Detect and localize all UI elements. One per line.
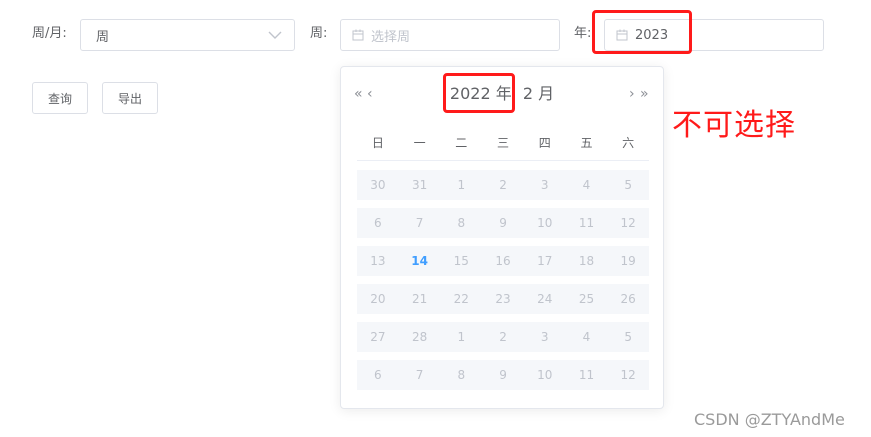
date-cell[interactable]: 24 <box>524 284 566 314</box>
weekday-label: 六 <box>622 136 635 150</box>
weekday-label: 三 <box>497 136 510 150</box>
watermark: CSDN @ZTYAndMe <box>694 410 845 429</box>
date-cell[interactable]: 7 <box>399 208 441 238</box>
date-cell[interactable]: 1 <box>440 322 482 352</box>
annotation-box-year-input <box>592 10 692 54</box>
date-cell[interactable]: 18 <box>566 246 608 276</box>
period-select[interactable]: 周 <box>80 19 295 51</box>
export-button[interactable]: 导出 <box>102 82 158 114</box>
date-cell[interactable]: 2 <box>482 322 524 352</box>
weekday-header: 日一二三四五六 <box>357 133 649 161</box>
query-button[interactable]: 查询 <box>32 82 88 114</box>
date-cell[interactable]: 17 <box>524 246 566 276</box>
date-cell[interactable]: 9 <box>482 360 524 390</box>
date-cell[interactable]: 7 <box>399 360 441 390</box>
date-cell[interactable]: 21 <box>399 284 441 314</box>
date-cell[interactable]: 10 <box>524 360 566 390</box>
weekday-label: 二 <box>455 136 468 150</box>
picker-month-label[interactable]: 2 月 <box>523 83 554 105</box>
date-cell[interactable]: 4 <box>566 170 608 200</box>
date-cell[interactable]: 6 <box>357 208 399 238</box>
date-grid: 30 31 1 2 3 4 5 6 7 8 9 10 11 12 13 14 15 16 17 18 19 20 21 22 2… <box>357 170 649 398</box>
week-row[interactable]: 20 21 22 23 24 25 26 <box>357 284 649 314</box>
date-cell[interactable]: 26 <box>607 284 649 314</box>
date-cell[interactable]: 2 <box>482 170 524 200</box>
date-cell[interactable]: 25 <box>566 284 608 314</box>
date-cell-today[interactable]: 14 <box>399 246 441 276</box>
date-cell[interactable]: 19 <box>607 246 649 276</box>
weekday-label: 五 <box>580 136 593 150</box>
date-cell[interactable]: 8 <box>440 208 482 238</box>
date-cell[interactable]: 5 <box>607 170 649 200</box>
date-cell[interactable]: 1 <box>440 170 482 200</box>
date-cell[interactable]: 4 <box>566 322 608 352</box>
date-cell[interactable]: 28 <box>399 322 441 352</box>
period-label: 周/月: <box>32 26 67 41</box>
date-cell[interactable]: 22 <box>440 284 482 314</box>
date-cell[interactable]: 16 <box>482 246 524 276</box>
week-row[interactable]: 30 31 1 2 3 4 5 <box>357 170 649 200</box>
date-cell[interactable]: 6 <box>357 360 399 390</box>
week-label: 周: <box>310 26 328 41</box>
next-month-right-icon[interactable]: › <box>629 85 635 103</box>
calendar-icon <box>352 29 364 41</box>
annotation-text: 不可选择 <box>672 108 796 143</box>
date-cell[interactable]: 8 <box>440 360 482 390</box>
date-cell[interactable]: 12 <box>607 208 649 238</box>
week-row[interactable]: 27 28 1 2 3 4 5 <box>357 322 649 352</box>
weekday-label: 一 <box>413 136 426 150</box>
week-input-placeholder: 选择周 <box>371 29 411 45</box>
period-select-value: 周 <box>96 29 110 45</box>
date-cell[interactable]: 12 <box>607 360 649 390</box>
date-cell[interactable]: 11 <box>566 360 608 390</box>
date-cell[interactable]: 10 <box>524 208 566 238</box>
date-cell[interactable]: 15 <box>440 246 482 276</box>
date-cell[interactable]: 11 <box>566 208 608 238</box>
date-cell[interactable]: 23 <box>482 284 524 314</box>
date-cell[interactable]: 27 <box>357 322 399 352</box>
date-cell[interactable]: 20 <box>357 284 399 314</box>
date-cell[interactable]: 13 <box>357 246 399 276</box>
weekday-label: 四 <box>538 136 551 150</box>
date-cell[interactable]: 5 <box>607 322 649 352</box>
date-cell[interactable]: 3 <box>524 170 566 200</box>
week-row[interactable]: 13 14 15 16 17 18 19 <box>357 246 649 276</box>
week-row[interactable]: 6 7 8 9 10 11 12 <box>357 208 649 238</box>
date-cell[interactable]: 31 <box>399 170 441 200</box>
chevron-down-icon <box>268 31 282 39</box>
week-input[interactable]: 选择周 <box>340 19 560 51</box>
annotation-box-picker-year <box>443 73 515 113</box>
week-row[interactable]: 6 7 8 9 10 11 12 <box>357 360 649 390</box>
date-cell[interactable]: 30 <box>357 170 399 200</box>
next-year-double-right-icon[interactable]: » <box>640 85 649 103</box>
date-cell[interactable]: 9 <box>482 208 524 238</box>
date-cell[interactable]: 3 <box>524 322 566 352</box>
year-label: 年: <box>574 26 592 41</box>
date-picker-panel: « ‹ 2022 年 2 月 › » 日一二三四五六 30 31 1 2 3 4 5 6 7 8 9… <box>340 66 664 409</box>
weekday-label: 日 <box>371 136 384 150</box>
